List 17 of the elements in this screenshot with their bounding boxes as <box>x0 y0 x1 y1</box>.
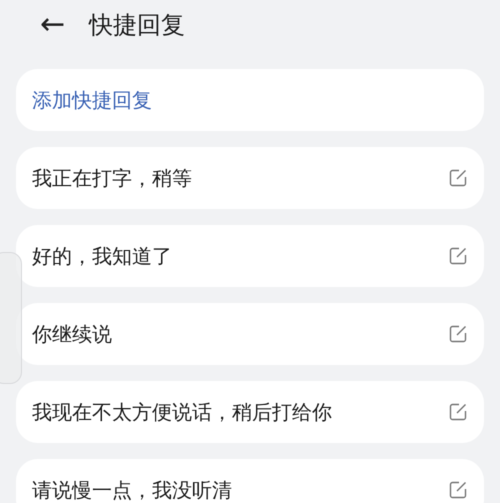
reply-text: 你继续说 <box>32 323 112 345</box>
edit-icon[interactable] <box>448 246 468 266</box>
quick-reply-item[interactable]: 请说慢一点，我没听清 <box>16 459 484 503</box>
quick-reply-item[interactable]: 好的，我知道了 <box>16 225 484 287</box>
quick-reply-item[interactable]: 我正在打字，稍等 <box>16 147 484 209</box>
reply-text: 我现在不太方便说话，稍后打给你 <box>32 401 332 423</box>
page-title: 快捷回复 <box>89 10 186 41</box>
reply-text: 我正在打字，稍等 <box>32 167 192 189</box>
add-quick-reply-button[interactable]: 添加快捷回复 <box>16 69 484 131</box>
reply-text: 好的，我知道了 <box>32 245 172 267</box>
edit-icon[interactable] <box>448 168 468 188</box>
edit-icon[interactable] <box>448 480 468 500</box>
edit-icon[interactable] <box>448 402 468 422</box>
reply-text: 请说慢一点，我没听清 <box>32 479 232 501</box>
back-button[interactable]: ← <box>40 10 66 40</box>
edit-icon[interactable] <box>448 324 468 344</box>
quick-reply-item[interactable]: 我现在不太方便说话，稍后打给你 <box>16 381 484 443</box>
